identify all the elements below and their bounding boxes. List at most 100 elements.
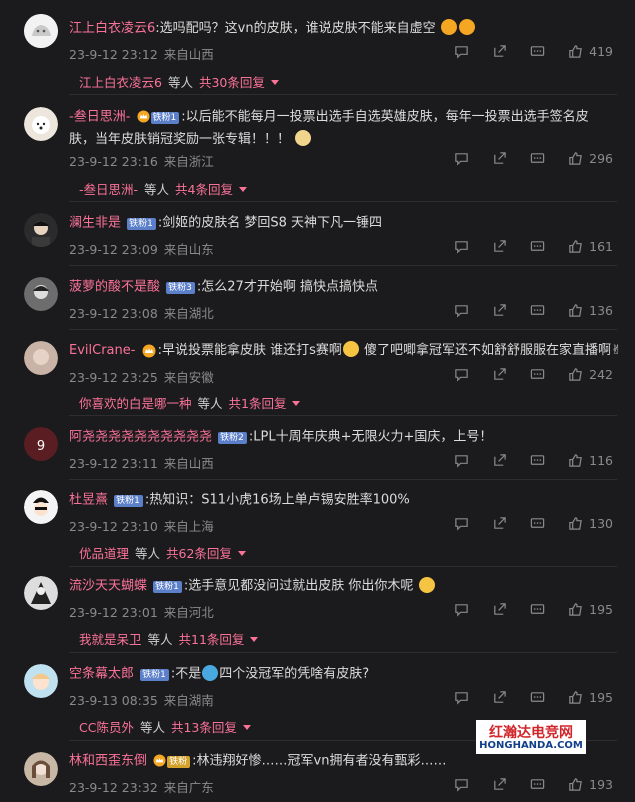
chevron-down-icon[interactable] (239, 187, 247, 192)
comment-icon[interactable] (454, 367, 469, 382)
chevron-down-icon[interactable] (270, 80, 279, 85)
reply-summary[interactable]: 江上白衣凌云6 等人 共30条回复 (79, 72, 279, 91)
share-icon[interactable] (492, 303, 507, 318)
username[interactable]: 阿尧尧尧尧尧尧尧尧尧尧 (69, 430, 212, 445)
avatar[interactable] (24, 341, 58, 375)
share-icon[interactable] (492, 516, 507, 531)
comment-icon[interactable] (454, 602, 469, 617)
username[interactable]: 林和西歪东倒 (69, 754, 147, 769)
avatar[interactable] (24, 107, 58, 141)
avatar[interactable] (24, 576, 58, 610)
smirk-emoji-icon (342, 341, 359, 357)
share-icon[interactable] (492, 777, 507, 792)
thumbs-up-icon[interactable] (568, 690, 583, 705)
comment-icon[interactable] (454, 44, 469, 59)
reply-username[interactable]: 你喜欢的白是哪一种 (79, 396, 192, 411)
username[interactable]: 杜昱熹 (69, 493, 108, 508)
comment-icon[interactable] (454, 516, 469, 531)
thumbs-up-icon[interactable] (568, 516, 583, 531)
thumbs-up-icon[interactable] (568, 239, 583, 254)
avatar[interactable] (24, 490, 58, 524)
username[interactable]: 澜生非是 (69, 216, 121, 231)
more-icon[interactable] (530, 367, 545, 382)
more-icon[interactable] (530, 239, 545, 254)
share-icon[interactable] (492, 602, 507, 617)
share-icon[interactable] (492, 44, 507, 59)
reply-summary[interactable]: 你喜欢的白是哪一种 等人 共1条回复 (79, 393, 301, 412)
reply-summary[interactable]: 优品道理 等人 共62条回复 (79, 543, 246, 562)
comment-icon[interactable] (454, 303, 469, 318)
reply-summary[interactable]: -叁日思洲- 等人 共4条回复 (79, 179, 247, 198)
thumbs-up-icon[interactable] (568, 602, 583, 617)
like-count: 242 (589, 367, 613, 382)
more-icon[interactable] (530, 453, 545, 468)
avatar[interactable] (24, 277, 58, 311)
username[interactable]: -叁日思洲- (69, 110, 130, 125)
fan-badge-label: 铁粉3 (166, 282, 195, 294)
comment-icon[interactable] (454, 777, 469, 792)
reply-username[interactable]: 我就是呆卫 (79, 632, 142, 647)
avatar[interactable]: 9 (24, 427, 58, 461)
reply-count[interactable]: 共11条回复 (179, 632, 245, 647)
avatar[interactable] (24, 14, 58, 48)
thumbs-up-icon[interactable] (568, 453, 583, 468)
comment-line: 澜生非是 铁粉1:剑姬的皮肤名 梦回S8 天神下凡一锤四 (69, 212, 615, 235)
comment-line: 流沙天天蝴蝶 铁粉1:选手意见都没问过就出皮肤 你出你木呢 (69, 575, 615, 598)
comment-icon[interactable] (454, 453, 469, 468)
chevron-down-icon[interactable] (292, 401, 301, 406)
username[interactable]: EvilCrane- (69, 343, 135, 358)
comment-icon[interactable] (454, 151, 469, 166)
reply-username[interactable]: CC陈员外 (79, 720, 134, 735)
more-icon[interactable] (530, 777, 545, 792)
comment-icon[interactable] (454, 239, 469, 254)
avatar[interactable] (24, 664, 58, 698)
username[interactable]: 江上白衣凌云6 (69, 21, 155, 36)
username[interactable]: 空条幕太郎 (69, 667, 134, 682)
more-icon[interactable] (530, 690, 545, 705)
avatar[interactable] (24, 213, 58, 247)
reply-count[interactable]: 共1条回复 (229, 396, 287, 411)
ip-location: 来自湖南 (163, 693, 214, 708)
share-icon[interactable] (492, 690, 507, 705)
more-icon[interactable] (530, 303, 545, 318)
username[interactable]: 流沙天天蝴蝶 (69, 579, 147, 594)
comment-meta: 23-9-12 23:09 来自山东 (69, 239, 214, 258)
comment-actions: 136 (454, 303, 613, 318)
avatar[interactable] (24, 752, 58, 786)
reply-count[interactable]: 共30条回复 (199, 75, 265, 90)
divider (69, 479, 617, 480)
more-icon[interactable] (530, 516, 545, 531)
reply-summary[interactable]: CC陈员外 等人 共13条回复 (79, 717, 251, 736)
comment-line: EvilCrane- :早说投票能拿皮肤 谁还打s赛啊 傻了吧唧拿冠军还不如舒舒… (69, 340, 622, 362)
reply-username[interactable]: 优品道理 (79, 546, 129, 561)
reply-username[interactable]: -叁日思洲- (79, 182, 138, 197)
chevron-down-icon[interactable] (242, 725, 251, 730)
share-icon[interactable] (492, 367, 507, 382)
thumbs-up-icon[interactable] (568, 777, 583, 792)
timestamp: 23-9-13 08:35 (69, 693, 158, 708)
username[interactable]: 菠萝的酸不是酸 (69, 280, 160, 295)
reply-count[interactable]: 共62条回复 (166, 546, 232, 561)
like-count: 419 (589, 44, 613, 59)
share-icon[interactable] (492, 453, 507, 468)
thumbs-up-icon[interactable] (568, 303, 583, 318)
more-icon[interactable] (530, 151, 545, 166)
thumbs-up-icon[interactable] (568, 367, 583, 382)
reply-summary[interactable]: 我就是呆卫 等人 共11条回复 (79, 629, 259, 648)
comment-actions: 161 (454, 239, 613, 254)
comment-icon[interactable] (454, 690, 469, 705)
chevron-down-icon[interactable] (237, 551, 246, 556)
thumbs-up-icon[interactable] (568, 151, 583, 166)
more-icon[interactable] (530, 44, 545, 59)
share-icon[interactable] (492, 151, 507, 166)
reply-mid-text: 等人 (197, 396, 223, 411)
timestamp: 23-9-12 23:16 (69, 154, 158, 169)
reply-count[interactable]: 共13条回复 (171, 720, 237, 735)
chevron-down-icon[interactable] (250, 637, 259, 642)
reply-count[interactable]: 共4条回复 (175, 182, 233, 197)
share-icon[interactable] (492, 239, 507, 254)
reply-username[interactable]: 江上白衣凌云6 (79, 75, 162, 90)
more-icon[interactable] (530, 602, 545, 617)
divider (69, 415, 617, 416)
thumbs-up-icon[interactable] (568, 44, 583, 59)
